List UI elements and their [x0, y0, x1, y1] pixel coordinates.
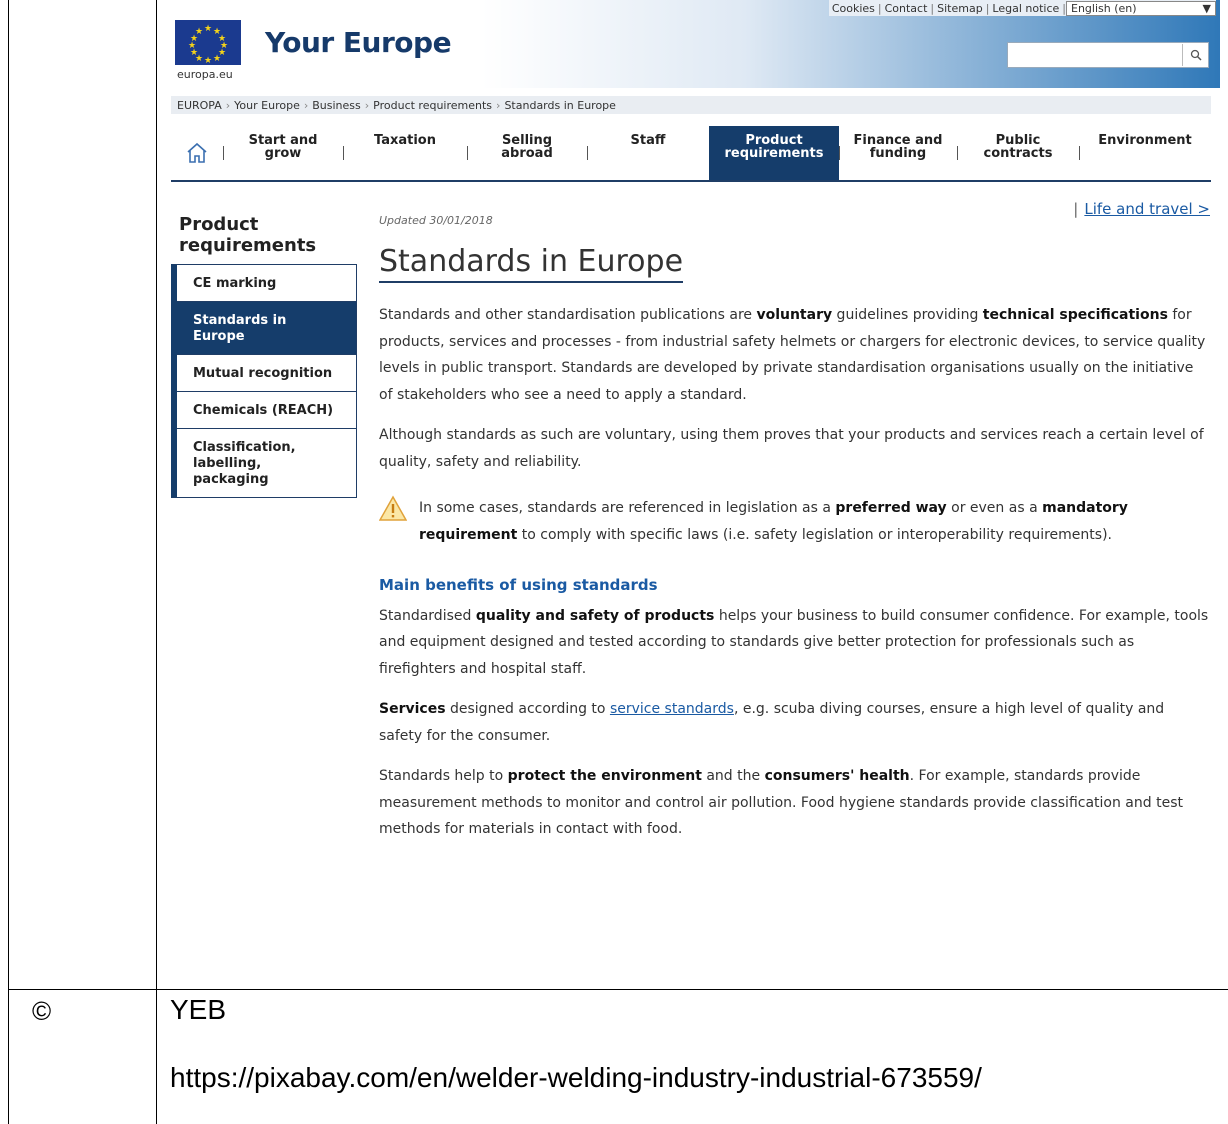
contact-link[interactable]: Contact [882, 2, 931, 15]
nav-start-and-grow[interactable]: Start and grow [223, 126, 343, 180]
article-body: Standards and other standardisation publ… [379, 302, 1209, 857]
divider: | [1073, 200, 1079, 218]
nav-staff[interactable]: Staff [587, 126, 709, 180]
nav-label: Finance and funding [853, 133, 943, 161]
image-credit: YEB [170, 994, 227, 1025]
nav-environment[interactable]: Environment [1079, 126, 1211, 180]
sidebar-item-standards-in-europe[interactable]: Standards in Europe [177, 302, 356, 355]
top-links: Cookies | Contact | Sitemap | Legal notice |… [828, 0, 1216, 16]
search-button[interactable] [1182, 44, 1208, 66]
nav-label: Public contracts [983, 133, 1053, 161]
nav-public-contracts[interactable]: Public contracts [957, 126, 1079, 180]
chevron-down-icon: ▼ [1202, 1, 1211, 15]
nav-label: Environment [1098, 133, 1192, 148]
site-title[interactable]: Your Europe [265, 26, 452, 59]
breadcrumb-item[interactable]: Product requirements [369, 99, 496, 112]
table-column-divider [156, 0, 157, 1124]
language-select-value: English (en) [1071, 1, 1137, 15]
nav-product-requirements[interactable]: Product requirements [709, 126, 839, 180]
nav-label: Staff [630, 133, 666, 148]
nav-label: Product requirements [724, 133, 824, 161]
service-standards-link[interactable]: service standards [610, 701, 734, 717]
website-screenshot: Cookies | Contact | Sitemap | Legal notice |… [165, 0, 1220, 980]
nav-finance-and-funding[interactable]: Finance and funding [839, 126, 957, 180]
eu-flag-logo[interactable]: ★ ★ ★ ★ ★ ★ ★ ★ ★ ★ ★ ★ [175, 20, 241, 66]
voluntary-paragraph: Although standards as such are voluntary… [379, 427, 1204, 470]
cookies-link[interactable]: Cookies [829, 2, 878, 15]
nav-taxation[interactable]: Taxation [343, 126, 467, 180]
language-select[interactable]: English (en) ▼ [1066, 0, 1216, 16]
sidebar-item-mutual-recognition[interactable]: Mutual recognition [177, 355, 356, 392]
nav-label: Selling abroad [501, 133, 553, 161]
quality-paragraph: Standardised quality and safety of produ… [379, 607, 1209, 677]
nav-label: Start and grow [248, 133, 318, 161]
sidebar-item-classification[interactable]: Classification, labelling, packaging [177, 429, 356, 497]
europa-label: europa.eu [177, 68, 233, 81]
sidebar-item-chemicals-reach[interactable]: Chemicals (REACH) [177, 392, 356, 429]
main-navigation: Start and grow Taxation Selling abroad S… [171, 126, 1211, 182]
warning-icon [379, 495, 407, 521]
search-icon [1190, 49, 1202, 61]
sidebar-item-ce-marking[interactable]: CE marking [177, 265, 356, 302]
life-and-travel-label: Life and travel > [1084, 200, 1210, 218]
legal-notice-link[interactable]: Legal notice [989, 2, 1062, 15]
services-paragraph: Services designed according to service s… [379, 701, 1165, 744]
breadcrumb-current: Standards in Europe [504, 98, 616, 112]
nav-selling-abroad[interactable]: Selling abroad [467, 126, 587, 180]
home-icon[interactable] [171, 126, 223, 180]
updated-date: Updated 30/01/2018 [379, 214, 493, 227]
life-and-travel-link[interactable]: | Life and travel > [1073, 200, 1210, 218]
warning-text: In some cases, standards are referenced … [419, 500, 1128, 543]
source-url: https://pixabay.com/en/welder-welding-in… [170, 1062, 982, 1093]
breadcrumb: EUROPA › Your Europe › Business › Product r… [171, 96, 1211, 114]
intro-paragraph: Standards and other standardisation publ… [379, 307, 1206, 403]
table-row-divider [8, 989, 1228, 990]
nav-label: Taxation [374, 133, 436, 148]
breadcrumb-item[interactable]: Your Europe [230, 99, 304, 112]
warning-note: In some cases, standards are referenced … [379, 495, 1209, 548]
sidebar-title: Product requirements [179, 214, 317, 256]
page-title: Standards in Europe [379, 244, 684, 283]
breadcrumb-item[interactable]: EUROPA [173, 99, 226, 112]
sidebar-menu: CE marking Standards in Europe Mutual re… [171, 264, 357, 498]
copyright-symbol: © [32, 996, 52, 1026]
sitemap-link[interactable]: Sitemap [934, 2, 986, 15]
benefits-heading: Main benefits of using standards [379, 576, 658, 594]
breadcrumb-item[interactable]: Business [308, 99, 365, 112]
search-input[interactable] [1007, 42, 1209, 68]
environment-paragraph: Standards help to protect the environmen… [379, 768, 1183, 837]
